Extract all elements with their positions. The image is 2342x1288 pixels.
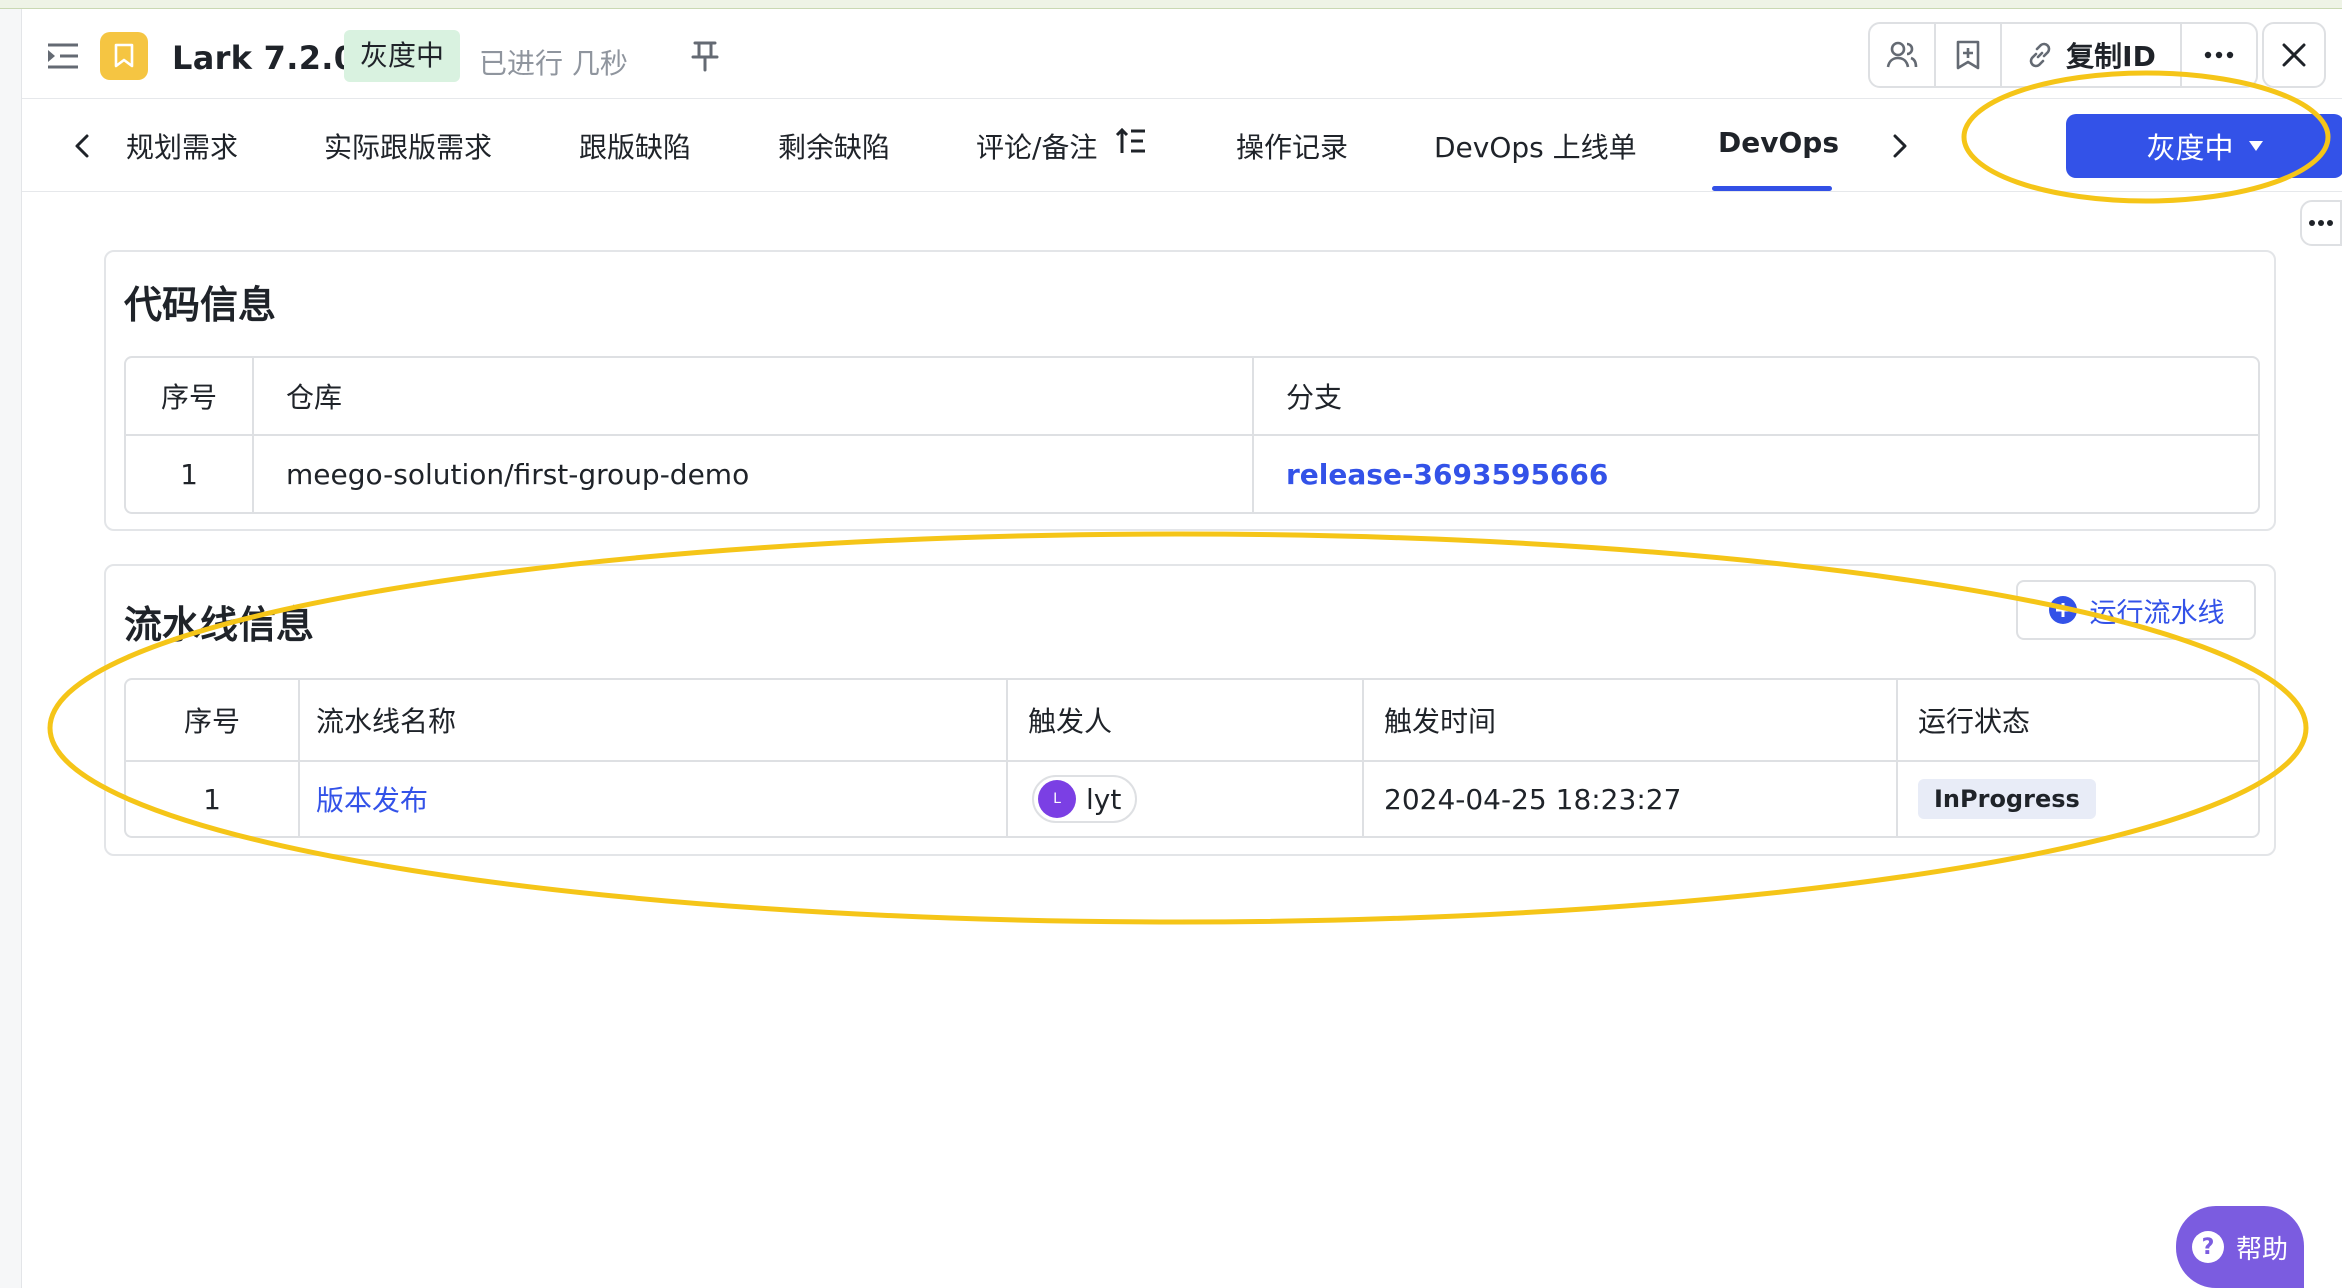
elapsed-time: 已进行 几秒 — [479, 47, 628, 80]
column-header-index: 序号 — [126, 680, 300, 762]
run-pipeline-button[interactable]: 运行流水线 — [2016, 580, 2256, 640]
gray-release-label: 灰度中 — [2146, 131, 2234, 165]
window-top-strip — [0, 0, 2342, 9]
branch-link[interactable]: release-3693595666 — [1286, 458, 1608, 491]
bookmark-icon — [114, 43, 134, 68]
detail-header: Lark 7.2.0 灰度中 已进行 几秒 复制ID — [22, 9, 2342, 99]
tab-devops-release-order[interactable]: DevOps 上线单 — [1434, 126, 1637, 192]
page-title: Lark 7.2.0 — [172, 39, 357, 77]
avatar: L — [1038, 780, 1076, 818]
header-action-group: 复制ID — [1868, 22, 2258, 88]
help-icon: ? — [2191, 1231, 2224, 1263]
column-header-branch: 分支 — [1254, 358, 2258, 436]
column-header-trigger-time: 触发时间 — [1364, 680, 1898, 762]
gray-release-status-button[interactable]: 灰度中 — [2066, 114, 2342, 178]
code-info-card: 代码信息 序号 仓库 分支 1 meego-solution/first-gro… — [104, 250, 2276, 531]
column-header-run-status: 运行状态 — [1898, 680, 2258, 762]
help-button[interactable]: ? 帮助 — [2176, 1206, 2304, 1288]
row-index: 1 — [126, 436, 254, 512]
column-header-index: 序号 — [126, 358, 254, 436]
pipeline-name-link[interactable]: 版本发布 — [316, 784, 428, 817]
tab-actual-requirements[interactable]: 实际跟版需求 — [324, 126, 492, 192]
pipeline-table: 序号 流水线名称 触发人 触发时间 运行状态 1 版本发布 L lyt 2024… — [124, 678, 2260, 838]
side-more-button[interactable] — [2300, 200, 2342, 246]
pipeline-info-title: 流水线信息 — [124, 603, 315, 647]
column-header-repo: 仓库 — [254, 358, 1254, 436]
table-row: 1 meego-solution/first-group-demo releas… — [126, 436, 2258, 512]
tab-remaining-bugs[interactable]: 剩余缺陷 — [778, 126, 890, 192]
tab-operation-log[interactable]: 操作记录 — [1236, 126, 1348, 192]
run-pipeline-label: 运行流水线 — [2089, 597, 2225, 629]
add-bookmark-button[interactable] — [1936, 24, 2002, 86]
pipeline-info-card: 流水线信息 运行流水线 序号 流水线名称 触发人 触发时间 运行状态 1 版本发… — [104, 564, 2276, 856]
trigger-user-name: lyt — [1086, 782, 1122, 816]
status-badge: InProgress — [1918, 779, 2096, 819]
tab-comments-label: 评论/备注 — [976, 131, 1098, 164]
tabs-next-icon[interactable] — [1884, 128, 1914, 164]
status-tag: 灰度中 — [344, 30, 461, 82]
column-header-pipeline-name: 流水线名称 — [300, 680, 1008, 762]
help-label: 帮助 — [2235, 1234, 2288, 1265]
table-row: 1 版本发布 L lyt 2024-04-25 18:23:27 InProgr… — [126, 762, 2258, 836]
trigger-user-chip[interactable]: L lyt — [1032, 775, 1138, 823]
trigger-time: 2024-04-25 18:23:27 — [1364, 762, 1898, 836]
column-header-trigger-user: 触发人 — [1008, 680, 1364, 762]
sidebar-toggle-icon[interactable] — [46, 41, 80, 71]
more-icon — [2309, 220, 2333, 226]
add-bookmark-icon — [1956, 40, 1980, 70]
left-rail — [0, 9, 22, 1288]
more-button[interactable] — [2182, 24, 2256, 86]
close-button[interactable] — [2262, 22, 2326, 88]
members-button[interactable] — [1870, 24, 1936, 86]
code-info-title: 代码信息 — [124, 283, 277, 327]
tabs-prev-icon[interactable] — [68, 128, 98, 164]
app-badge — [100, 32, 148, 80]
repo-name: meego-solution/first-group-demo — [254, 436, 1254, 512]
row-index: 1 — [126, 762, 300, 836]
active-tab-indicator — [1712, 186, 1832, 191]
sort-icon — [1116, 127, 1146, 153]
more-icon — [2204, 51, 2234, 59]
caret-down-icon — [2248, 141, 2263, 151]
pin-icon[interactable] — [690, 39, 720, 73]
tab-release-bugs[interactable]: 跟版缺陷 — [579, 126, 691, 192]
copy-id-button[interactable]: 复制ID — [2002, 24, 2182, 86]
members-icon — [1886, 41, 1918, 68]
tab-devops[interactable]: DevOps — [1718, 126, 1839, 192]
tab-planned-requirements[interactable]: 规划需求 — [126, 126, 238, 192]
code-info-table: 序号 仓库 分支 1 meego-solution/first-group-de… — [124, 356, 2260, 514]
close-icon — [2282, 43, 2306, 67]
tab-comments[interactable]: 评论/备注 — [976, 126, 1147, 192]
add-circle-icon — [2048, 596, 2077, 624]
link-icon — [2029, 42, 2051, 68]
copy-id-label: 复制ID — [2066, 40, 2156, 73]
tab-bar: 规划需求 实际跟版需求 跟版缺陷 剩余缺陷 评论/备注 操作记录 DevOps … — [22, 100, 2342, 192]
